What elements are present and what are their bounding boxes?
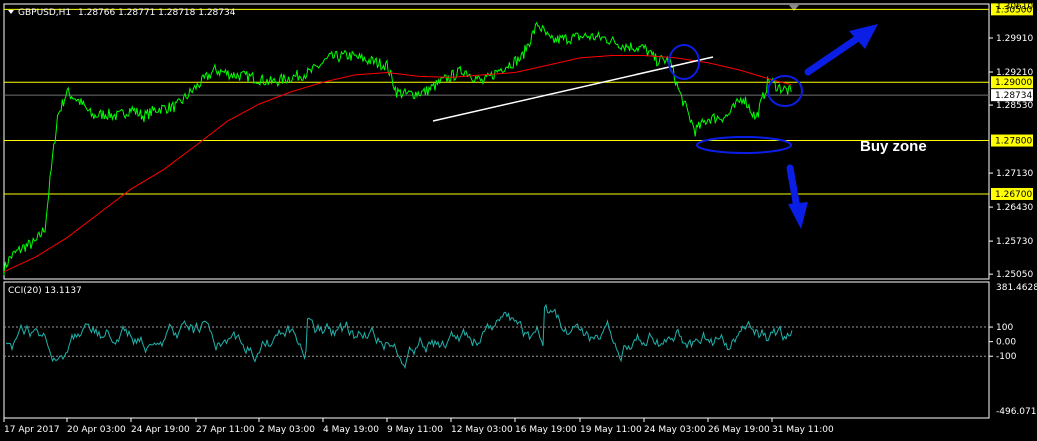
price-tick-label: 1.25050	[996, 270, 1033, 280]
time-tick-label: 9 May 11:00	[387, 425, 443, 435]
time-tick-label: 16 May 19:00	[515, 425, 577, 435]
support-zone-ellipse	[696, 136, 792, 154]
buy-zone-label: Buy zone	[860, 138, 927, 155]
chart-shift-marker[interactable]	[789, 5, 799, 11]
time-tick-label: 24 May 03:00	[644, 425, 706, 435]
cci-level-label: 0.00	[996, 338, 1016, 348]
cci-label: CCI(20) 13.1137	[8, 286, 82, 296]
chart-menu-icon[interactable]	[8, 10, 14, 14]
price-tick-label: 1.29910	[996, 34, 1033, 44]
price-tick-label: 1.26430	[996, 203, 1033, 213]
cci-max-label: 381.4628	[996, 283, 1037, 293]
trading-chart[interactable]: 1.299101.292101.285301.271301.264301.257…	[0, 0, 1037, 441]
cci-pane-frame	[3, 281, 990, 419]
time-tick-label: 31 May 11:00	[772, 425, 834, 435]
price-tick-label: 1.28530	[996, 101, 1033, 111]
price-tick-label: 1.27130	[996, 169, 1033, 179]
cci-indicator: 100 0.00 -100	[4, 303, 1017, 370]
level-label: 1.26700	[995, 190, 1032, 200]
current-price-label: 1.28734	[995, 91, 1032, 101]
circle-annotation-retest	[767, 75, 803, 107]
arrow-down-shaft	[786, 164, 801, 212]
cci-min-label: -496.0711	[996, 407, 1037, 417]
time-tick-label: 24 Apr 19:00	[131, 425, 190, 435]
time-tick-label: 19 May 11:00	[580, 425, 642, 435]
arrow-up-shaft	[804, 34, 862, 76]
time-tick-label: 4 May 19:00	[323, 425, 379, 435]
time-tick-label: 26 May 19:00	[708, 425, 770, 435]
price-series	[3, 21, 792, 276]
cci-level-label: 100	[996, 323, 1013, 333]
time-tick-label: 20 Apr 03:00	[67, 425, 126, 435]
time-tick-label: 17 Apr 2017	[4, 425, 60, 435]
time-axis: 17 Apr 2017 20 Apr 03:00 24 Apr 19:00 27 Ap…	[3, 418, 834, 435]
chart-ohlc: 1.28766 1.28771 1.28718 1.28734	[78, 8, 236, 18]
time-tick-label: 12 May 03:00	[451, 425, 513, 435]
level-label: 1.29000	[995, 78, 1032, 88]
circle-annotation-breakout	[668, 44, 700, 80]
cci-line	[5, 303, 793, 370]
price-axis: 1.299101.292101.285301.271301.264301.257…	[989, 34, 1033, 280]
level-label: 1.27800	[995, 137, 1032, 147]
price-line	[3, 21, 792, 276]
price-tick-label: 1.25730	[996, 237, 1033, 247]
trendline	[432, 56, 714, 122]
arrow-down-icon	[788, 202, 808, 229]
cci-level-label: -100	[996, 352, 1017, 362]
time-tick-label: 27 Apr 11:00	[196, 425, 255, 435]
time-tick-label: 2 May 03:00	[259, 425, 315, 435]
chart-symbol: GBPUSD,H1	[18, 8, 71, 18]
price-top-label: 1.30610	[996, 2, 1033, 12]
